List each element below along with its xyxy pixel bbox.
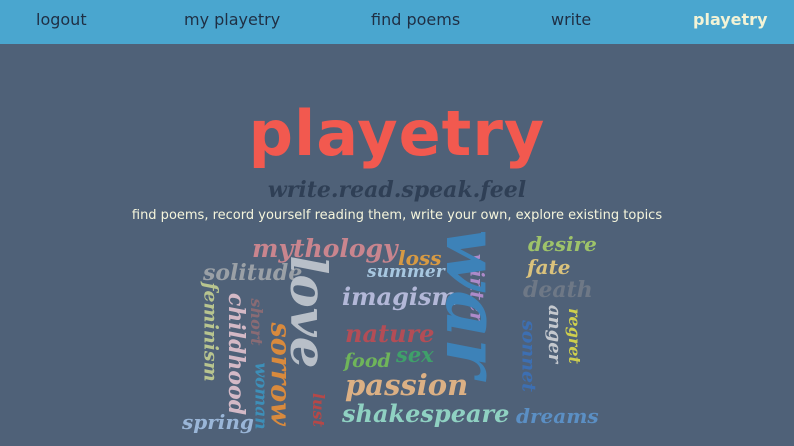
tagline: write.read.speak.feel: [267, 177, 527, 203]
topic-lust[interactable]: lust: [309, 393, 328, 427]
topic-regret[interactable]: regret: [565, 308, 584, 364]
topic-sex[interactable]: sex: [396, 344, 434, 365]
topic-sonnet[interactable]: sonnet: [518, 320, 540, 392]
nav-my-playetry[interactable]: my playetry: [184, 10, 280, 29]
topic-feminism[interactable]: feminism: [200, 282, 222, 381]
topic-sorrow[interactable]: sorrow: [265, 323, 296, 426]
topic-death[interactable]: death: [523, 279, 593, 301]
top-nav: logout my playetry find poems write play…: [0, 0, 794, 44]
topic-passion[interactable]: passion: [345, 371, 468, 400]
topic-childhood[interactable]: childhood: [223, 293, 249, 415]
topic-shakespeare[interactable]: shakespeare: [342, 402, 509, 426]
topic-anger[interactable]: anger: [544, 305, 565, 363]
nav-find-poems[interactable]: find poems: [371, 10, 460, 29]
topic-spring[interactable]: spring: [182, 412, 254, 432]
nav-logout[interactable]: logout: [36, 10, 87, 29]
description: find poems, record yourself reading them…: [131, 208, 663, 223]
topic-desire[interactable]: desire: [528, 234, 597, 254]
topic-war[interactable]: war: [429, 232, 515, 377]
topic-dreams[interactable]: dreams: [516, 406, 599, 426]
nav-write[interactable]: write: [551, 10, 591, 29]
topic-fate[interactable]: fate: [527, 257, 571, 277]
topic-short[interactable]: short: [247, 298, 266, 345]
topic-woman[interactable]: woman: [251, 362, 271, 429]
brand-title: playetry: [248, 97, 546, 170]
nav-playetry[interactable]: playetry: [693, 10, 768, 29]
topic-word-cloud: mythology loss desire solitude summer fa…: [170, 232, 610, 446]
